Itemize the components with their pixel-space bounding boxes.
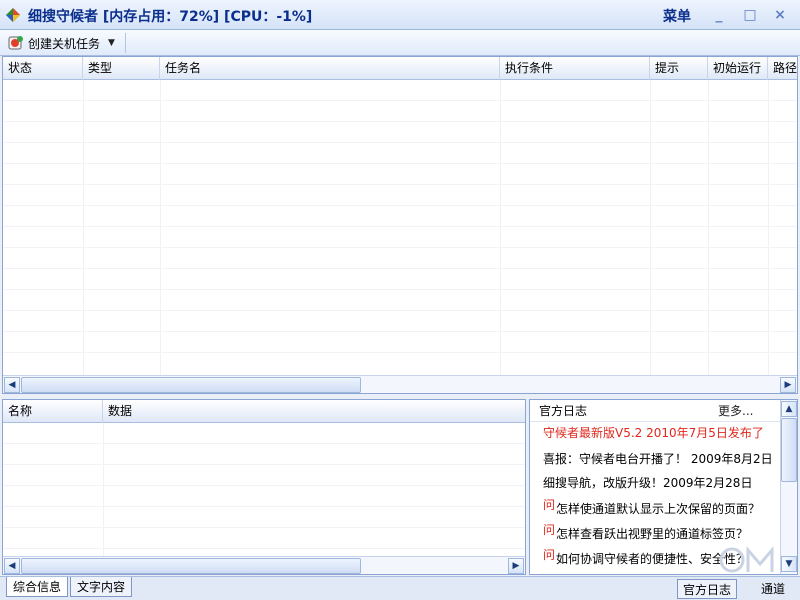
column-header-name[interactable]: 名称 [3,400,103,423]
column-header-path[interactable]: 路径 [768,57,797,80]
column-header-condition[interactable]: 执行条件 [500,57,650,80]
create-shutdown-task-label: 创建关机任务 [28,36,101,51]
title-bar: 细搜守候者 [内存占用：72%] [CPU：-1%] 菜单 _ □ × [0,0,800,30]
task-table-body[interactable] [3,80,797,375]
news-item[interactable]: 喜报：守候者电台开播了！ 2009年8月2日 [543,450,773,467]
minimize-icon[interactable]: _ [710,6,728,24]
column-header-data[interactable]: 数据 [103,400,525,423]
scroll-right-icon[interactable]: ▶ [780,377,796,393]
news-item[interactable]: 细搜导航，改版升级！2009年2月28日 [543,474,752,491]
news-panel-title: 官方日志 [539,404,588,418]
watermark-logo-icon [719,545,774,573]
news-panel-header: 官方日志 更多... [530,400,780,422]
shutdown-task-icon [8,36,23,50]
app-logo-icon [6,8,20,22]
channel-button[interactable]: 通道 [756,579,790,599]
news-item[interactable]: 守候者最新版V5.2 2010年7月5日发布了 [543,424,764,441]
task-table-header: 状态 类型 任务名 执行条件 提示 初始运行 路径 [3,57,797,80]
maximize-icon[interactable]: □ [741,6,759,24]
column-header-initial-run[interactable]: 初始运行 [708,57,768,80]
scroll-right-icon[interactable]: ▶ [508,558,524,574]
create-shutdown-task-button[interactable]: 创建关机任务 ▼ [8,33,126,53]
close-icon[interactable]: × [771,6,789,24]
info-table: 名称 数据 ◀ ▶ [2,399,526,575]
tab-overview-info[interactable]: 综合信息 [6,577,69,597]
faq-item[interactable]: 问怎样使通道默认显示上次保留的页面？ [543,498,760,517]
question-icon: 问 [543,548,556,562]
window-title: 细搜守候者 [内存占用：72%] [CPU：-1%] [28,9,313,25]
question-icon: 问 [543,523,556,537]
scroll-left-icon[interactable]: ◀ [4,558,20,574]
scrollbar-thumb[interactable] [781,418,797,482]
info-table-horizontal-scrollbar[interactable]: ◀ ▶ [3,556,525,574]
menu-button[interactable]: 菜单 [663,6,691,26]
column-header-status[interactable]: 状态 [3,57,83,80]
toolbar: 创建关机任务 ▼ [0,30,800,56]
question-icon: 问 [543,498,556,512]
scrollbar-thumb[interactable] [21,377,361,393]
column-header-hint[interactable]: 提示 [650,57,708,80]
chevron-down-icon[interactable]: ▼ [108,38,115,48]
scroll-up-icon[interactable]: ▲ [781,401,797,417]
status-bar: 综合信息 文字内容 官方日志 通道 [0,576,800,600]
column-header-task-name[interactable]: 任务名 [160,57,500,80]
official-log-button[interactable]: 官方日志 [677,579,738,599]
scroll-left-icon[interactable]: ◀ [4,377,20,393]
task-table-horizontal-scrollbar[interactable]: ◀ ▶ [3,375,797,393]
column-header-type[interactable]: 类型 [83,57,160,80]
more-link[interactable]: 更多... [718,400,753,422]
scrollbar-thumb[interactable] [21,558,361,574]
tab-text-content[interactable]: 文字内容 [70,577,133,597]
info-table-header: 名称 数据 [3,400,525,423]
info-table-body[interactable] [3,423,525,556]
task-table: 状态 类型 任务名 执行条件 提示 初始运行 路径 ◀ ▶ [2,56,798,394]
